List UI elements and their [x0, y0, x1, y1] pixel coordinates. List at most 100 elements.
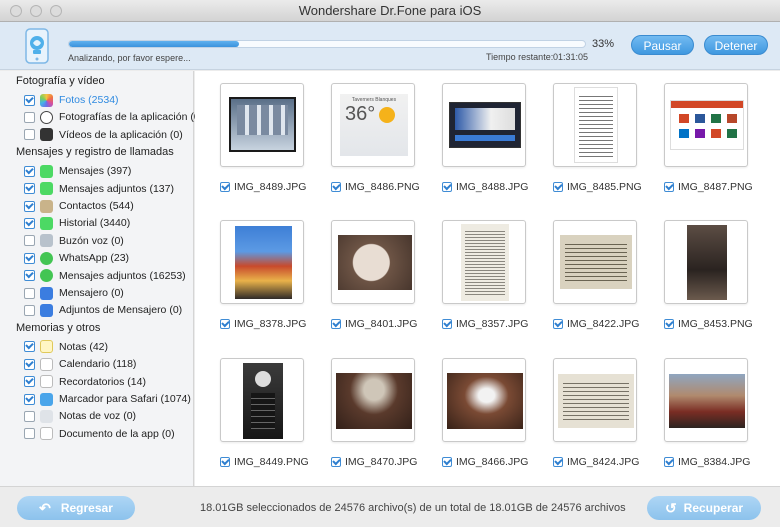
photo-caption: IMG_8378.JPG	[220, 317, 306, 331]
sidebar-item[interactable]: Adjuntos de Mensajero (0)	[24, 302, 182, 318]
photo-thumbnail[interactable]	[331, 220, 415, 304]
category-sidebar: Fotografía y vídeo Fotos (2534) Fotografía…	[0, 71, 203, 486]
sidebar-item[interactable]: Mensajes (397)	[24, 163, 131, 179]
photo-checkbox[interactable]	[442, 457, 452, 467]
minimize-window-button[interactable]	[30, 5, 42, 17]
photo-thumbnail[interactable]	[331, 358, 415, 442]
photo-image	[574, 87, 618, 163]
sidebar-item[interactable]: Calendario (118)	[24, 356, 136, 372]
photo-thumbnail[interactable]	[553, 220, 637, 304]
progress-percent: 33%	[592, 38, 615, 50]
category-checkbox[interactable]	[24, 304, 35, 316]
category-checkbox[interactable]	[24, 270, 35, 282]
category-checkbox[interactable]	[24, 287, 35, 299]
sidebar-item[interactable]: WhatsApp (23)	[24, 250, 129, 266]
message-attachments-icon	[40, 182, 53, 196]
sidebar-item-label: Buzón voz (0)	[59, 234, 124, 247]
category-checkbox[interactable]	[24, 393, 35, 405]
messages-icon	[40, 164, 53, 178]
category-checkbox[interactable]	[24, 410, 35, 422]
recover-button-label: Recuperar	[683, 501, 744, 515]
category-checkbox[interactable]	[24, 252, 35, 264]
photo-caption: IMG_8453.PNG	[664, 317, 753, 331]
photo-checkbox[interactable]	[553, 319, 563, 329]
photo-checkbox[interactable]	[220, 319, 230, 329]
photo-checkbox[interactable]	[331, 457, 341, 467]
sidebar-item[interactable]: Fotos (2534)	[24, 92, 119, 108]
photo-filename: IMG_8422.JPG	[567, 318, 640, 330]
back-button-label: Regresar	[60, 501, 113, 515]
photo-checkbox[interactable]	[553, 182, 563, 192]
photo-thumbnail[interactable]	[442, 83, 526, 167]
sidebar-item[interactable]: Documento de la app (0)	[24, 426, 175, 442]
category-checkbox[interactable]	[24, 165, 35, 177]
photo-checkbox[interactable]	[331, 182, 341, 192]
category-checkbox[interactable]	[24, 129, 35, 141]
sidebar-item[interactable]: Historial (3440)	[24, 215, 130, 231]
photo-thumbnail[interactable]	[664, 358, 748, 442]
close-window-button[interactable]	[10, 5, 22, 17]
sidebar-item[interactable]: Mensajes adjuntos (137)	[24, 181, 174, 197]
sidebar-item-label: WhatsApp (23)	[59, 252, 130, 265]
sidebar-item[interactable]: Notas (42)	[24, 339, 108, 355]
sidebar-item[interactable]: Contactos (544)	[24, 198, 134, 214]
category-checkbox[interactable]	[24, 183, 35, 195]
photo-thumbnail[interactable]	[664, 220, 748, 304]
category-checkbox[interactable]	[24, 358, 35, 370]
photo-thumbnail[interactable]: Taverners Blanques 36°	[331, 83, 415, 167]
stop-button[interactable]: Detener	[704, 35, 768, 55]
category-checkbox[interactable]	[24, 376, 35, 388]
time-remaining-label: Tiempo restante:	[486, 52, 554, 62]
photo-image	[669, 374, 745, 428]
sidebar-item-label: Adjuntos de Mensajero (0)	[59, 304, 183, 317]
recover-button[interactable]: ↺ Recuperar	[647, 496, 761, 520]
photo-thumbnail[interactable]	[220, 220, 304, 304]
sidebar-item[interactable]: Fotografías de la aplicación (0)	[24, 109, 203, 125]
pause-button[interactable]: Pausar	[631, 35, 694, 55]
photo-checkbox[interactable]	[442, 182, 452, 192]
category-checkbox[interactable]	[24, 341, 35, 353]
sidebar-item[interactable]: Marcador para Safari (1074)	[24, 391, 191, 407]
photos-icon	[40, 93, 53, 107]
photo-filename: IMG_8384.JPG	[678, 456, 751, 468]
photo-checkbox[interactable]	[220, 182, 230, 192]
photo-checkbox[interactable]	[664, 457, 674, 467]
app-document-icon	[40, 427, 53, 441]
photo-thumbnail[interactable]	[442, 220, 526, 304]
sidebar-item[interactable]: Vídeos de la aplicación (0)	[24, 127, 183, 143]
photo-thumbnail[interactable]	[220, 83, 304, 167]
back-button[interactable]: ↶ Regresar	[17, 496, 135, 520]
photo-checkbox[interactable]	[220, 457, 230, 467]
sidebar-item-label: Mensajes adjuntos (16253)	[59, 269, 186, 282]
category-checkbox[interactable]	[24, 235, 35, 247]
recover-icon: ↺	[664, 499, 677, 516]
photo-image	[235, 226, 292, 299]
photo-thumbnail[interactable]	[553, 358, 637, 442]
category-checkbox[interactable]	[24, 111, 35, 123]
photo-thumbnail[interactable]	[553, 83, 637, 167]
photo-checkbox[interactable]	[442, 319, 452, 329]
sidebar-group-title: Mensajes y registro de llamadas	[16, 146, 174, 159]
photo-checkbox[interactable]	[664, 182, 674, 192]
sidebar-item-label: Mensajero (0)	[59, 287, 124, 299]
photo-filename: IMG_8486.PNG	[345, 181, 420, 193]
photo-checkbox[interactable]	[331, 319, 341, 329]
scan-toolbar: 33% Analizando, por favor espere... Tiem…	[0, 22, 780, 70]
category-checkbox[interactable]	[24, 217, 35, 229]
sidebar-item[interactable]: Recordatorios (14)	[24, 374, 146, 390]
zoom-window-button[interactable]	[50, 5, 62, 17]
category-checkbox[interactable]	[24, 428, 35, 440]
photo-thumbnail[interactable]	[220, 358, 304, 442]
photo-checkbox[interactable]	[553, 457, 563, 467]
category-checkbox[interactable]	[24, 94, 35, 106]
sidebar-item[interactable]: Mensajero (0)	[24, 285, 124, 301]
sidebar-item[interactable]: Notas de voz (0)	[24, 408, 136, 424]
photo-thumbnail[interactable]	[664, 83, 748, 167]
photo-image	[338, 235, 412, 290]
whatsapp-attachments-icon	[40, 269, 53, 283]
sidebar-item[interactable]: Buzón voz (0)	[24, 233, 124, 249]
sidebar-item[interactable]: Mensajes adjuntos (16253)	[24, 268, 186, 284]
photo-checkbox[interactable]	[664, 319, 674, 329]
photo-thumbnail[interactable]	[442, 358, 526, 442]
category-checkbox[interactable]	[24, 200, 35, 212]
